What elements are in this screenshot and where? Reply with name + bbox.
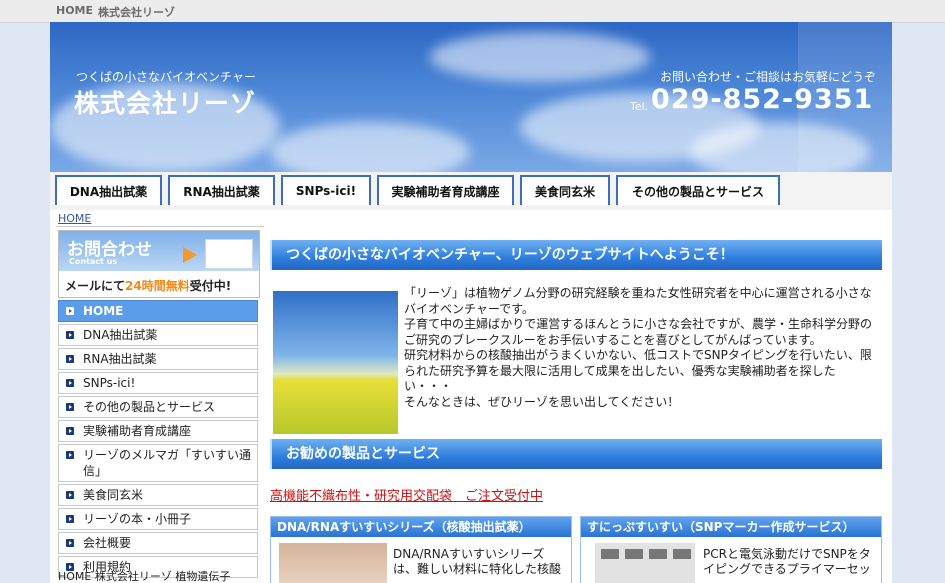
sidebar-item-genmai[interactable]: 美食同玄米 — [58, 484, 258, 506]
bullet-icon — [66, 403, 74, 411]
sidebar-footer-text: HOME 株式会社リーゾ 植物遺伝子 — [58, 570, 231, 583]
contact-note: お問い合わせ・ご相談はお気軽にどうぞ — [659, 70, 876, 84]
contact-banner-subtitle: Contact us — [69, 257, 118, 266]
tab-dna-extraction[interactable]: DNA抽出試薬 — [55, 175, 162, 205]
bullet-icon — [66, 539, 74, 547]
sidebar-item-home[interactable]: HOME — [58, 300, 258, 322]
bullet-icon — [66, 379, 74, 387]
intro-paragraph: 子育て中の主婦ばかりで運営するほんとうに小さな会社ですが、農学・生命科学分野のご… — [404, 317, 873, 347]
order-link[interactable]: 高機能不織布性・研究用交配袋 ご注文受付中 — [270, 485, 543, 504]
sidebar-item-training[interactable]: 実験補助者育成講座 — [58, 420, 258, 442]
rapeseed-field-photo — [273, 291, 398, 434]
top-breadcrumb-bar: HOME 株式会社リーゾ — [0, 0, 945, 23]
arrow-icon — [183, 247, 197, 263]
bullet-icon — [66, 307, 74, 315]
topbar-home-link[interactable]: HOME — [56, 4, 93, 17]
main-nav: DNA抽出試薬 RNA抽出試薬 SNPs-ici! 実験補助者育成講座 美食同玄… — [50, 172, 892, 210]
breadcrumb-home-link[interactable]: HOME — [58, 212, 91, 225]
card-description: DNA/RNAすいすいシリーズは、難しい材料に特化した核酸 — [393, 547, 562, 576]
breadcrumb-divider — [56, 226, 264, 227]
bullet-icon — [66, 331, 74, 339]
sidebar-item-books[interactable]: リーゾの本・小冊子 — [58, 508, 258, 530]
bullet-icon — [66, 491, 74, 499]
gel-image — [595, 543, 695, 583]
welcome-heading: つくばの小さなバイオベンチャー、リーゾのウェブサイトへようこそ！ — [270, 240, 882, 270]
intro-paragraph: そんなときは、ぜひリーゾを思い出してください！ — [404, 394, 680, 409]
sidebar-item-dna[interactable]: DNA抽出試薬 — [58, 324, 258, 346]
bullet-icon — [66, 451, 74, 459]
product-card-snp-service[interactable]: すにっぷすいすい（SNPマーカー作成サービス） PCRと電気泳動だけでSNPをタ… — [580, 516, 882, 583]
bullet-icon — [66, 515, 74, 523]
topbar-company-label: 株式会社リーゾ — [98, 6, 175, 19]
card-description: PCRと電気泳動だけでSNPをタイピングできるプライマーセッ — [703, 547, 871, 576]
sidebar-item-rna[interactable]: RNA抽出試薬 — [58, 348, 258, 370]
product-image — [279, 543, 387, 583]
header-banner: つくばの小さなバイオベンチャー 株式会社リーゾ お問い合わせ・ご相談はお気軽にど… — [50, 22, 892, 172]
page-container: つくばの小さなバイオベンチャー 株式会社リーゾ お問い合わせ・ご相談はお気軽にど… — [50, 22, 892, 583]
card-title: DNA/RNAすいすいシリーズ（核酸抽出試薬） — [271, 517, 571, 537]
envelope-icon — [205, 239, 253, 269]
intro-text: 「リーゾ」は植物ゲノム分野の研究経験を重ねた女性研究者を中心に運営される小さなバ… — [404, 286, 882, 410]
product-card-dna-rna[interactable]: DNA/RNAすいすいシリーズ（核酸抽出試薬） DNA/RNAすいすいシリーズは… — [270, 516, 572, 583]
recommend-heading: お勧めの製品とサービス — [270, 439, 882, 469]
intro-paragraph: 「リーゾ」は植物ゲノム分野の研究経験を重ねた女性研究者を中心に運営される小さなバ… — [404, 286, 872, 316]
tab-other-products[interactable]: その他の製品とサービス — [616, 175, 780, 205]
tab-bishoku-genmai[interactable]: 美食同玄米 — [520, 175, 610, 205]
tab-assistant-training[interactable]: 実験補助者育成講座 — [377, 175, 514, 205]
sidebar-item-newsletter[interactable]: リーゾのメルマガ「すいすい通信」 — [58, 444, 258, 482]
bullet-icon — [66, 427, 74, 435]
sidebar-menu: HOME DNA抽出試薬 RNA抽出試薬 SNPs-ici! その他の製品とサー… — [58, 300, 258, 580]
tab-rna-extraction[interactable]: RNA抽出試薬 — [168, 175, 275, 205]
contact-banner-message: メールにて24時間無料受付中! — [65, 279, 232, 293]
contact-banner[interactable]: お問合わせ Contact us メールにて24時間無料受付中! — [58, 230, 260, 298]
tab-snps-ici[interactable]: SNPs-ici! — [281, 175, 371, 205]
bullet-icon — [66, 355, 74, 363]
tel-label: Tel. — [630, 100, 649, 113]
company-logo-text[interactable]: 株式会社リーゾ — [74, 84, 256, 120]
header-tagline: つくばの小さなバイオベンチャー — [76, 70, 256, 84]
phone-number: 029-852-9351 — [651, 84, 874, 115]
sidebar-item-other-products[interactable]: その他の製品とサービス — [58, 396, 258, 418]
intro-paragraph: 研究材料からの核酸抽出がうまくいかない、低コストでSNPタイピングを行いたい、限… — [404, 348, 872, 393]
card-title: すにっぷすいすい（SNPマーカー作成サービス） — [581, 517, 881, 537]
sidebar-item-snps[interactable]: SNPs-ici! — [58, 372, 258, 394]
sidebar-item-company[interactable]: 会社概要 — [58, 532, 258, 554]
